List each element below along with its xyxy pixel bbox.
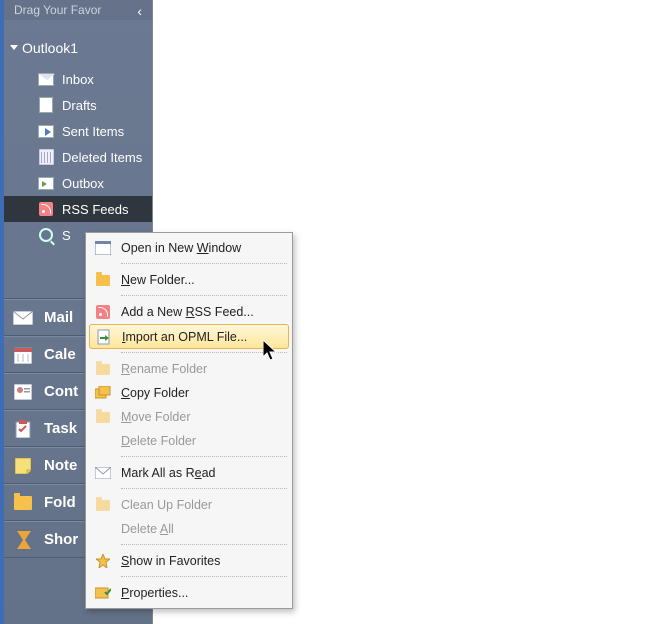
tasks-icon <box>12 418 34 440</box>
search-folder-icon <box>38 227 54 243</box>
trash-icon <box>38 149 54 165</box>
menu-rename-folder: Rename Folder <box>89 357 289 381</box>
folder-label: RSS Feeds <box>62 202 128 217</box>
sent-icon <box>38 123 54 139</box>
menu-label: Properties... <box>117 586 289 600</box>
copy-folder-icon <box>89 381 117 405</box>
nav-label: Note <box>44 457 77 474</box>
menu-properties[interactable]: Properties... <box>89 581 289 605</box>
menu-move-folder: Move Folder <box>89 405 289 429</box>
nav-label: Cale <box>44 346 76 363</box>
menu-label: Copy Folder <box>117 386 289 400</box>
rss-icon <box>38 201 54 217</box>
menu-label: Rename Folder <box>117 362 289 376</box>
nav-label: Shor <box>44 531 78 548</box>
shortcuts-icon <box>12 529 34 551</box>
folder-label: Outbox <box>62 176 104 191</box>
nav-label: Task <box>44 420 77 437</box>
rename-folder-icon <box>89 357 117 381</box>
delete-all-icon <box>89 517 117 541</box>
menu-copy-folder[interactable]: Copy Folder <box>89 381 289 405</box>
menu-label: Add a New RSS Feed... <box>117 305 289 319</box>
window-icon <box>89 236 117 260</box>
menu-label: Show in Favorites <box>117 554 289 568</box>
favorites-icon <box>89 549 117 573</box>
drafts-icon <box>38 97 54 113</box>
folder-label: Sent Items <box>62 124 124 139</box>
contacts-icon <box>12 381 34 403</box>
folder-label: S <box>62 228 71 243</box>
folder-rss-feeds[interactable]: RSS Feeds <box>4 196 152 222</box>
mark-read-icon <box>89 461 117 485</box>
menu-label: Open in New Window <box>117 241 289 255</box>
folder-list-icon <box>12 492 34 514</box>
account-name: Outlook1 <box>22 40 78 56</box>
menu-clean-up-folder: Clean Up Folder <box>89 493 289 517</box>
nav-label: Cont <box>44 383 78 400</box>
context-menu: Open in New Window New Folder... Add a N… <box>85 232 293 609</box>
folder-label: Deleted Items <box>62 150 142 165</box>
calendar-icon <box>12 344 34 366</box>
folder-label: Drafts <box>62 98 97 113</box>
move-folder-icon <box>89 405 117 429</box>
nav-label: Fold <box>44 494 76 511</box>
folder-label: Inbox <box>62 72 94 87</box>
folder-inbox[interactable]: Inbox <box>4 66 152 92</box>
nav-label: Mail <box>44 309 73 326</box>
menu-show-in-favorites[interactable]: Show in Favorites <box>89 549 289 573</box>
menu-delete-folder: Delete Folder <box>89 429 289 453</box>
menu-label: Delete All <box>117 522 289 536</box>
clean-up-icon <box>89 493 117 517</box>
import-opml-icon <box>90 325 118 349</box>
folder-sent[interactable]: Sent Items <box>4 118 152 144</box>
menu-new-folder[interactable]: New Folder... <box>89 268 289 292</box>
new-folder-icon <box>89 268 117 292</box>
favorites-header-text: Drag Your Favor <box>14 3 101 17</box>
menu-label: New Folder... <box>117 273 289 287</box>
menu-open-new-window[interactable]: Open in New Window <box>89 236 289 260</box>
delete-folder-icon <box>89 429 117 453</box>
folder-deleted[interactable]: Deleted Items <box>4 144 152 170</box>
menu-label: Move Folder <box>117 410 289 424</box>
menu-label: Delete Folder <box>117 434 289 448</box>
account-node[interactable]: Outlook1 <box>4 38 152 66</box>
mail-icon <box>12 307 34 329</box>
menu-label: Clean Up Folder <box>117 498 289 512</box>
properties-icon <box>89 581 117 605</box>
inbox-icon <box>38 71 54 87</box>
notes-icon <box>12 455 34 477</box>
folder-outbox[interactable]: Outbox <box>4 170 152 196</box>
menu-label: Mark All as Read <box>117 466 289 480</box>
menu-delete-all: Delete All <box>89 517 289 541</box>
menu-add-rss[interactable]: Add a New RSS Feed... <box>89 300 289 324</box>
folder-drafts[interactable]: Drafts <box>4 92 152 118</box>
collapse-chevron-icon[interactable]: ‹ <box>137 1 142 21</box>
outbox-icon <box>38 175 54 191</box>
favorites-header[interactable]: Drag Your Favor ‹ <box>4 0 152 20</box>
menu-import-opml[interactable]: Import an OPML File... <box>89 324 289 349</box>
menu-label: Import an OPML File... <box>118 330 288 344</box>
rss-icon <box>89 300 117 324</box>
menu-mark-all-read[interactable]: Mark All as Read <box>89 461 289 485</box>
